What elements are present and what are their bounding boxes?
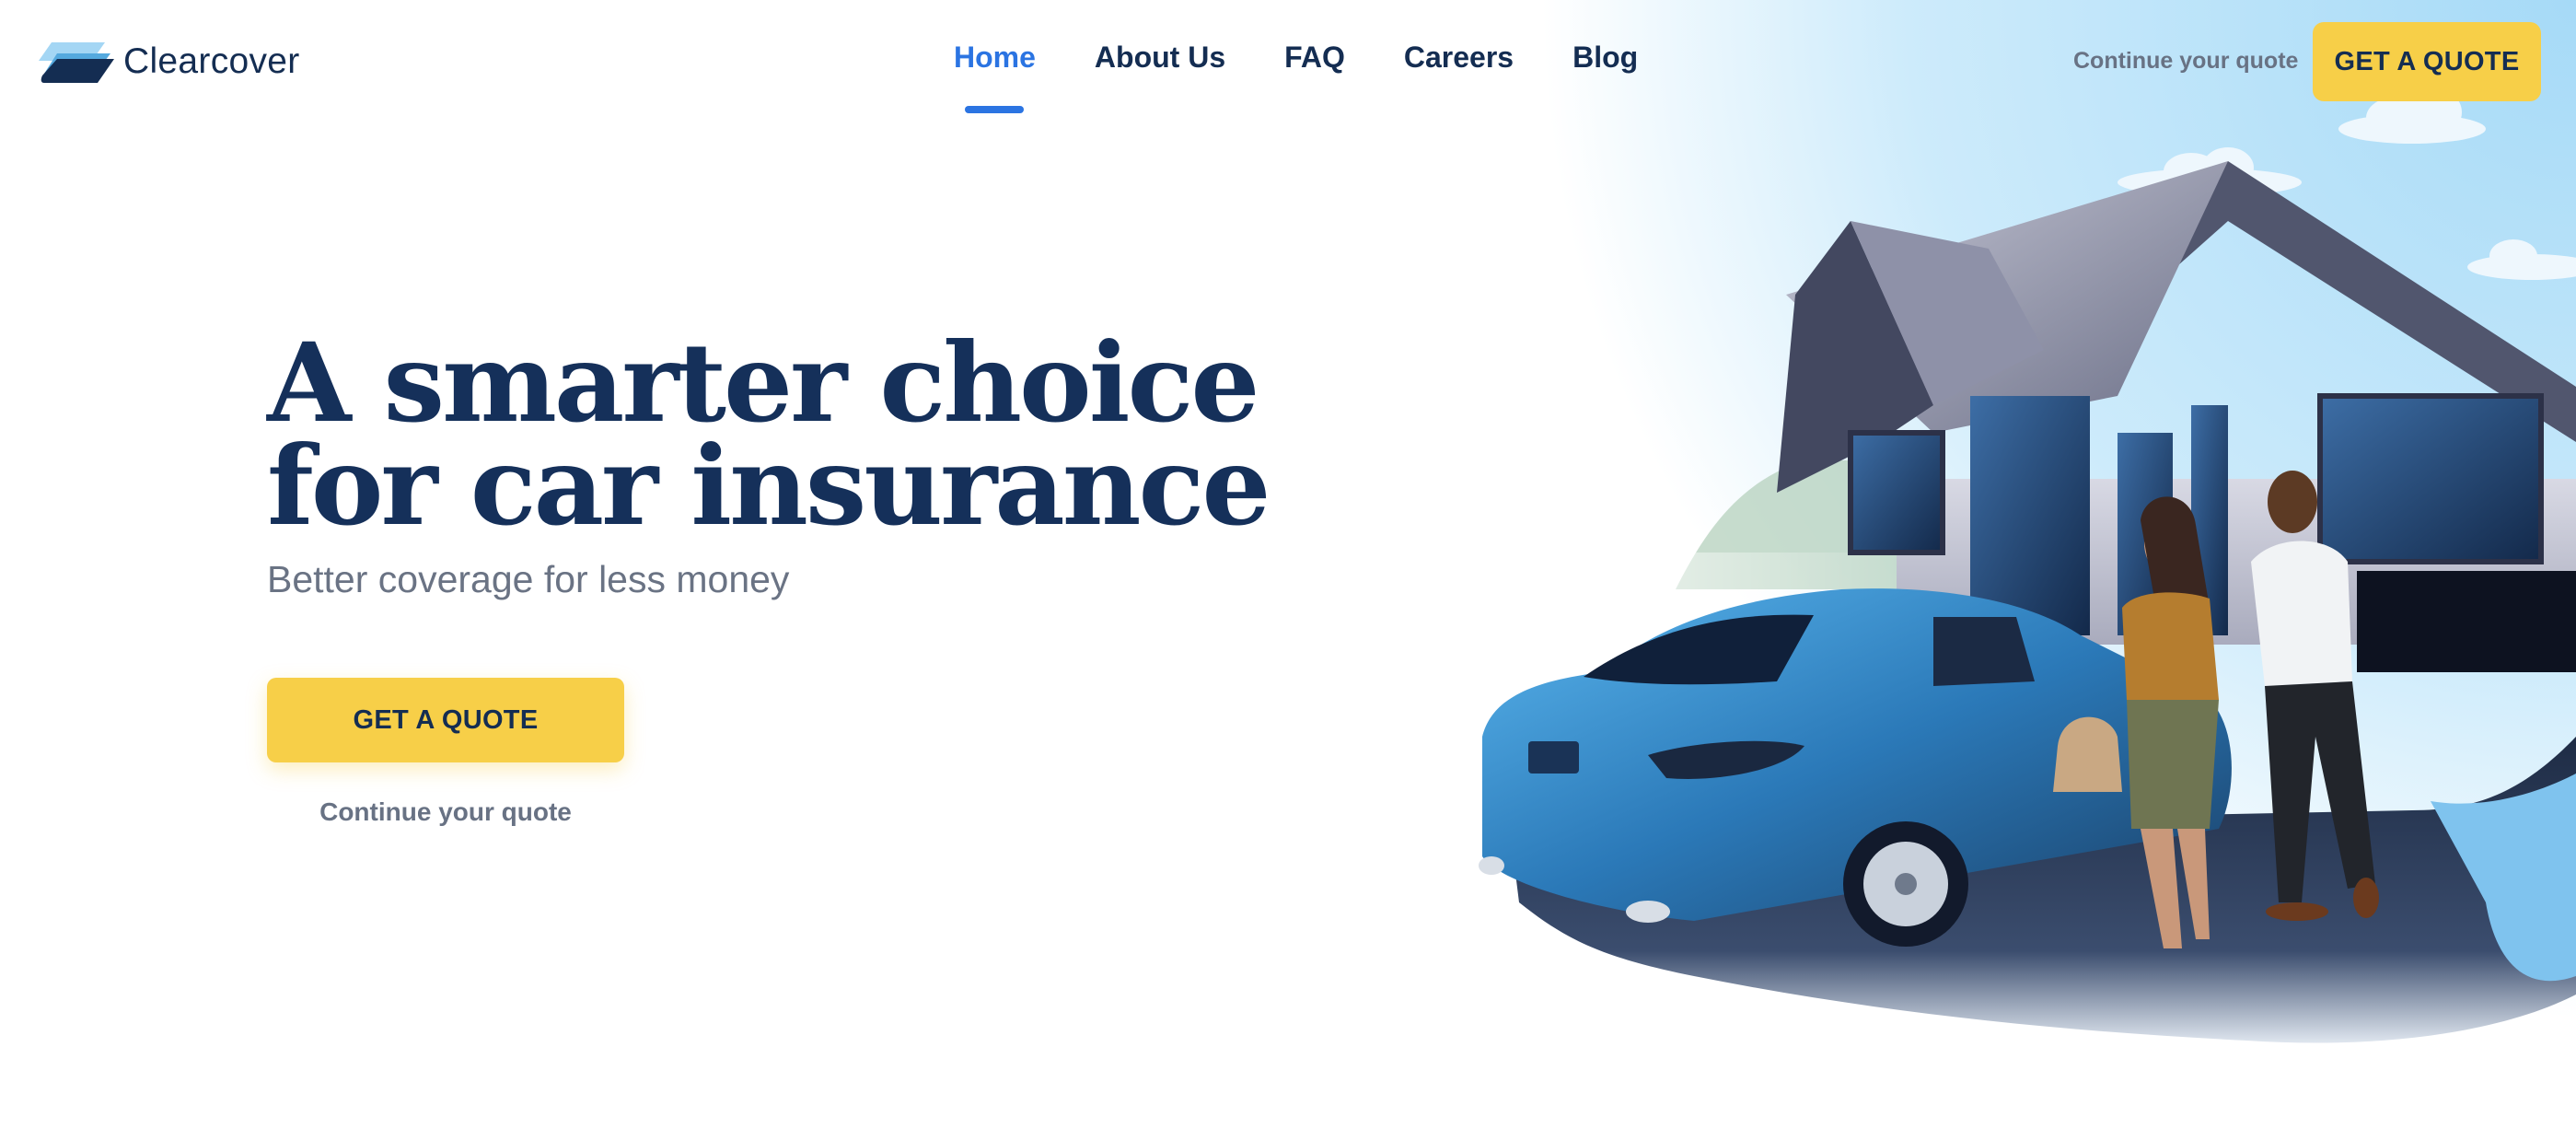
nav-home[interactable]: Home: [954, 41, 1036, 113]
header-continue-quote-link[interactable]: Continue your quote: [2073, 48, 2298, 75]
brand-logo[interactable]: Clearcover: [37, 39, 300, 85]
header-get-quote-button[interactable]: GET A QUOTE: [2313, 22, 2541, 101]
nav-blog[interactable]: Blog: [1572, 41, 1638, 75]
nav-faq[interactable]: FAQ: [1284, 41, 1345, 75]
clearcover-logo-icon: [39, 42, 114, 83]
hero-continue-quote-link[interactable]: Continue your quote: [267, 797, 624, 827]
active-indicator: [965, 106, 1024, 113]
nav-about-us[interactable]: About Us: [1095, 41, 1225, 75]
hero-get-quote-button[interactable]: GET A QUOTE: [267, 678, 624, 762]
nav-home-label: Home: [954, 41, 1036, 74]
hero-illustration: [1418, 0, 2576, 1140]
site-header: Clearcover Home About Us FAQ Careers Blo…: [0, 0, 2576, 129]
main-nav: Home About Us FAQ Careers Blog: [954, 41, 1638, 113]
hero-subtitle: Better coverage for less money: [267, 558, 790, 600]
hero-title: A smarter choice for car insurance: [267, 329, 1271, 541]
brand-name: Clearcover: [123, 41, 300, 81]
hero-title-line-2: for car insurance: [267, 422, 1271, 550]
nav-careers[interactable]: Careers: [1404, 41, 1514, 75]
hero-section: A smarter choice for car insurance Bette…: [267, 329, 1271, 826]
